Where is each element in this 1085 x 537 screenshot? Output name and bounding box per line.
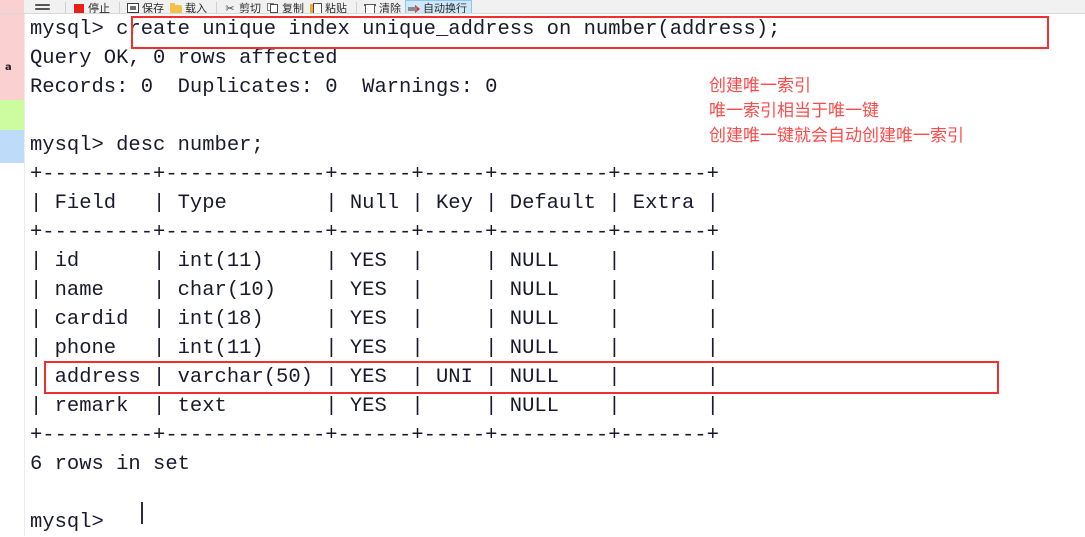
gutter-mark-label: a <box>5 62 12 73</box>
terminal-prompt-line: mysql> <box>30 511 117 534</box>
stop-button[interactable]: 停止 <box>71 0 114 13</box>
save-button-label: 保存 <box>142 2 164 14</box>
table-row: | remark | text | YES | | NULL | | <box>30 395 719 418</box>
annotation-group: 创建唯一索引 唯一索引相当于唯一键 创建唯一键就会自动创建唯一索引 <box>709 74 964 149</box>
table-row: | cardid | int(18) | YES | | NULL | | <box>30 308 719 331</box>
paste-button-label: 粘贴 <box>325 2 347 14</box>
copy-button-label: 复制 <box>282 2 304 14</box>
annotation-line-2: 唯一索引相当于唯一键 <box>709 101 879 121</box>
row-count-line: 6 rows in set <box>30 453 190 476</box>
word-wrap-icon <box>408 3 420 13</box>
menu-button[interactable] <box>24 0 60 13</box>
gutter-blue-band <box>0 130 24 163</box>
gutter-pink-band <box>0 13 24 100</box>
toolbar-divider <box>356 2 357 13</box>
copy-icon <box>267 3 279 13</box>
load-button[interactable]: 载入 <box>168 0 211 13</box>
trash-icon <box>364 3 376 13</box>
table-border-line: +---------+-------------+------+-----+--… <box>30 163 719 186</box>
terminal-caret <box>141 502 143 524</box>
annotation-line-3: 创建唯一键就会自动创建唯一索引 <box>709 126 964 146</box>
table-row: | name | char(10) | YES | | NULL | | <box>30 279 719 302</box>
left-gutter: a <box>0 13 24 536</box>
gutter-green-band <box>0 100 24 130</box>
toolbar-divider <box>216 2 217 13</box>
save-icon <box>127 3 139 13</box>
table-row: | id | int(11) | YES | | NULL | | <box>30 250 719 273</box>
terminal-line: Query OK, 0 rows affected <box>30 47 338 70</box>
stop-icon <box>73 3 85 13</box>
paste-button[interactable]: 粘贴 <box>308 0 351 13</box>
table-border-line: +---------+-------------+------+-----+--… <box>30 424 719 447</box>
clear-button[interactable]: 清除 <box>362 0 405 13</box>
cut-button[interactable]: ✂ 剪切 <box>222 0 265 13</box>
cut-button-label: 剪切 <box>239 2 261 14</box>
clear-button-label: 清除 <box>379 2 401 14</box>
gutter-edge-divider <box>24 13 25 536</box>
table-row: | phone | int(11) | YES | | NULL | | <box>30 337 719 360</box>
save-button[interactable]: 保存 <box>125 0 168 13</box>
table-row: | address | varchar(50) | YES | UNI | NU… <box>30 366 719 389</box>
toolbar-divider <box>65 2 66 13</box>
table-border-line: +---------+-------------+------+-----+--… <box>30 221 719 244</box>
table-header-line: | Field | Type | Null | Key | Default | … <box>30 192 719 215</box>
scissors-icon: ✂ <box>225 2 235 14</box>
toolbar-gutter-spacer <box>0 0 24 13</box>
stop-button-label: 停止 <box>88 2 110 14</box>
terminal-line: mysql> create unique index unique_addres… <box>30 18 781 41</box>
toolbar-divider <box>119 2 120 13</box>
hamburger-icon <box>34 4 50 12</box>
word-wrap-toggle[interactable]: 自动换行 <box>405 0 472 13</box>
copy-button[interactable]: 复制 <box>265 0 308 13</box>
paste-icon <box>310 3 322 13</box>
word-wrap-label: 自动换行 <box>423 2 467 14</box>
load-button-label: 载入 <box>185 2 207 14</box>
toolbar: 停止 保存 载入 ✂ 剪切 复制 粘贴 清除 自动换行 <box>0 0 1085 14</box>
annotation-line-1: 创建唯一索引 <box>709 76 811 96</box>
load-folder-icon <box>170 3 182 13</box>
